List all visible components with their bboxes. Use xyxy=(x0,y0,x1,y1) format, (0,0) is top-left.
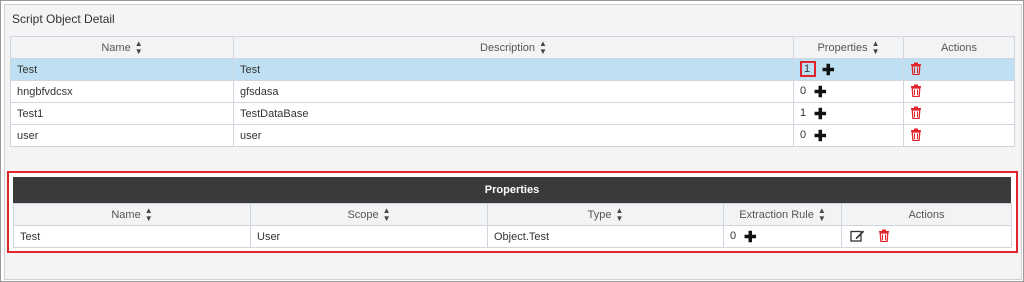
property-count[interactable]: 1 xyxy=(800,61,816,78)
sort-icon[interactable]: ▲ ▼ xyxy=(539,39,547,56)
properties-table-header: Name ▲ ▼ Scope ▲ ▼ Type ▲ ▼ Extraction Rule ▲ ▼ … xyxy=(13,203,1012,226)
column-header-extraction-rule[interactable]: Extraction Rule ▲ ▼ xyxy=(723,203,842,226)
trash-icon[interactable] xyxy=(910,62,922,78)
actions-cell xyxy=(841,225,1012,248)
column-header-description[interactable]: Description ▲ ▼ xyxy=(233,36,794,59)
extraction-rule-count[interactable]: 0 xyxy=(730,230,738,242)
add-extraction-rule-icon[interactable]: ✚ xyxy=(744,229,757,246)
object-description: gfsdasa xyxy=(233,80,794,103)
properties-cell: 0 ✚ xyxy=(793,80,904,103)
sort-icon[interactable]: ▲ ▼ xyxy=(818,206,826,223)
property-count[interactable]: 0 xyxy=(800,129,808,141)
property-count[interactable]: 1 xyxy=(800,107,808,119)
sort-icon[interactable]: ▲ ▼ xyxy=(145,206,153,223)
property-scope: User xyxy=(250,225,488,248)
trash-icon[interactable] xyxy=(910,128,922,144)
column-header-actions: Actions xyxy=(903,36,1015,59)
table-row[interactable]: Test Test 1 ✚ xyxy=(10,58,1015,81)
column-header-actions: Actions xyxy=(841,203,1012,226)
property-type: Object.Test xyxy=(487,225,724,248)
properties-title: Properties xyxy=(13,177,1011,203)
objects-table-header: Name ▲ ▼ Description ▲ ▼ Properties ▲ ▼ Action… xyxy=(10,36,1015,59)
column-header-name[interactable]: Name ▲ ▼ xyxy=(10,36,234,59)
extraction-rule-cell: 0 ✚ xyxy=(723,225,842,248)
actions-cell xyxy=(903,58,1015,81)
properties-cell: 0 ✚ xyxy=(793,124,904,147)
table-row[interactable]: hngbfvdcsx gfsdasa 0 ✚ xyxy=(10,80,1015,103)
table-row[interactable]: Test1 TestDataBase 1 ✚ xyxy=(10,102,1015,125)
panel-title: Script Object Detail xyxy=(12,12,115,26)
property-name: Test xyxy=(13,225,251,248)
object-name: user xyxy=(10,124,234,147)
sort-icon[interactable]: ▲ ▼ xyxy=(135,39,143,56)
object-name: Test1 xyxy=(10,102,234,125)
sort-icon[interactable]: ▲ ▼ xyxy=(615,206,623,223)
actions-cell xyxy=(903,80,1015,103)
object-name: Test xyxy=(10,58,234,81)
column-header-properties[interactable]: Properties ▲ ▼ xyxy=(793,36,904,59)
sort-icon[interactable]: ▲ ▼ xyxy=(383,206,391,223)
column-header-type[interactable]: Type ▲ ▼ xyxy=(487,203,724,226)
object-description: Test xyxy=(233,58,794,81)
add-property-icon[interactable]: ✚ xyxy=(814,128,827,145)
sort-icon[interactable]: ▲ ▼ xyxy=(872,39,880,56)
table-row[interactable]: Test User Object.Test 0 ✚ xyxy=(13,225,1012,248)
properties-section: Properties Name ▲ ▼ Scope ▲ ▼ Type ▲ ▼ Extract… xyxy=(7,171,1018,253)
properties-cell: 1 ✚ xyxy=(793,102,904,125)
properties-table: Name ▲ ▼ Scope ▲ ▼ Type ▲ ▼ Extraction Rule ▲ ▼ … xyxy=(13,203,1012,248)
add-property-icon[interactable]: ✚ xyxy=(814,84,827,101)
object-description: user xyxy=(233,124,794,147)
add-property-icon[interactable]: ✚ xyxy=(814,106,827,123)
trash-icon[interactable] xyxy=(910,84,922,100)
table-row[interactable]: user user 0 ✚ xyxy=(10,124,1015,147)
object-name: hngbfvdcsx xyxy=(10,80,234,103)
property-count[interactable]: 0 xyxy=(800,85,808,97)
column-header-scope[interactable]: Scope ▲ ▼ xyxy=(250,203,488,226)
objects-table: Name ▲ ▼ Description ▲ ▼ Properties ▲ ▼ Action… xyxy=(10,36,1015,147)
column-header-name[interactable]: Name ▲ ▼ xyxy=(13,203,251,226)
edit-icon[interactable] xyxy=(850,229,865,245)
add-property-icon[interactable]: ✚ xyxy=(822,62,835,79)
actions-cell xyxy=(903,124,1015,147)
trash-icon[interactable] xyxy=(878,229,890,245)
object-description: TestDataBase xyxy=(233,102,794,125)
actions-cell xyxy=(903,102,1015,125)
properties-cell: 1 ✚ xyxy=(793,58,904,81)
trash-icon[interactable] xyxy=(910,106,922,122)
